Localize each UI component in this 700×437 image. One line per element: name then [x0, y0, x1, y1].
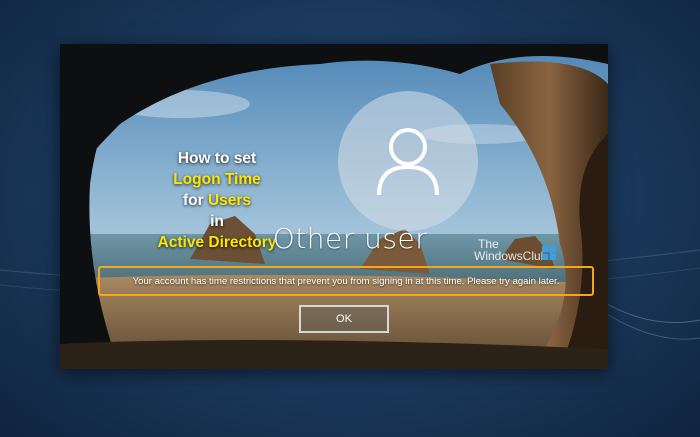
user-silhouette-icon — [377, 128, 439, 196]
caption-line-1: How to set — [177, 150, 257, 167]
caption-line-3-prefix: for — [182, 192, 204, 209]
caption-line-2: Logon Time — [173, 171, 261, 188]
ok-button[interactable]: OK — [299, 305, 389, 333]
user-avatar — [338, 91, 478, 231]
logon-restriction-message-text: Your account has time restrictions that … — [132, 275, 560, 287]
username-label: Other user — [272, 222, 428, 255]
logon-restriction-message: Your account has time restrictions that … — [98, 266, 594, 296]
caption-line-3-highlight: Users — [207, 192, 252, 209]
caption-line-3: for Users — [152, 190, 282, 211]
